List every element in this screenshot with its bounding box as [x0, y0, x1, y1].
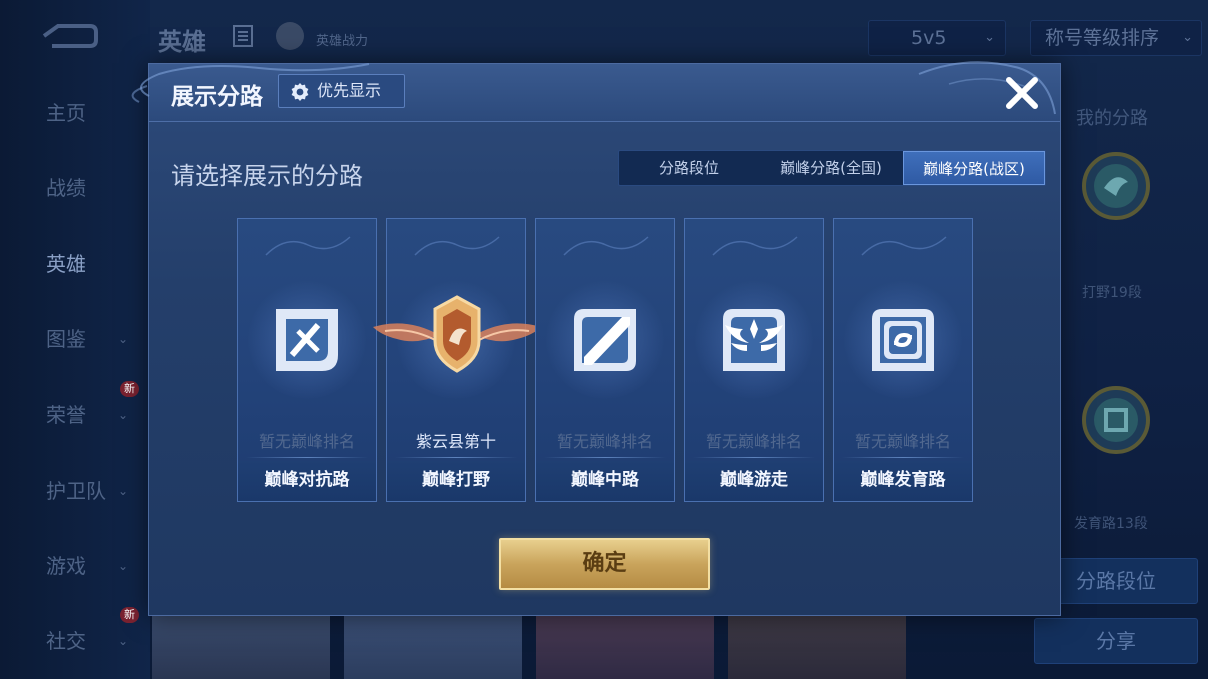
chevron-down-icon: ⌄ [984, 30, 995, 45]
card-lane-name: 巅峰对抗路 [238, 461, 376, 501]
mid-lane-icon [574, 309, 636, 371]
hero-card[interactable] [152, 612, 330, 679]
nav-item-label: 护卫队 [46, 479, 106, 503]
dialog-subtitle: 请选择展示的分路 [171, 162, 363, 190]
hero-power-label: 英雄战力 [316, 34, 369, 49]
dialog-title: 展示分路 [171, 84, 263, 110]
sort-select[interactable]: 称号等级排序 ⌄ [1030, 20, 1202, 56]
hero-card[interactable] [344, 612, 522, 679]
lane-display-dialog: 展示分路 优先显示 请选择展示的分路 分路段位 巅峰分路(全国) 巅峰分路(战区… [131, 61, 1061, 616]
card-swirl-decoration [265, 236, 351, 256]
sort-select-value: 称号等级排序 [1045, 27, 1160, 49]
mode-select[interactable]: 5v5 ⌄ [868, 20, 1006, 56]
card-swirl-decoration [414, 236, 500, 256]
back-arrow-icon[interactable] [38, 22, 98, 50]
nav-item-record[interactable]: 战绩 [0, 168, 150, 208]
priority-display-button[interactable]: 优先显示 [278, 74, 405, 108]
hero-card-strip [150, 612, 910, 679]
priority-display-label: 优先显示 [317, 81, 382, 100]
card-rank: 暂无巅峰排名 [705, 432, 802, 451]
tab-lane-rank[interactable]: 分路段位 [619, 151, 759, 185]
nav-item-label: 主页 [46, 101, 86, 125]
card-divider [395, 457, 517, 458]
card-rank: 暂无巅峰排名 [854, 432, 951, 451]
hero-card[interactable] [536, 612, 714, 679]
lane-card-farm[interactable]: 暂无巅峰排名 巅峰发育路 [833, 218, 973, 502]
page-title: 英雄 [158, 28, 206, 56]
jungle-lane-label: 打野19段 [1082, 285, 1142, 301]
lane-card-list: 暂无巅峰排名 巅峰对抗路 紫云县第十 巅峰打野 暂无巅峰排名 巅峰中路 暂无巅峰… [237, 218, 973, 502]
nav-item-hero[interactable]: 英雄 [0, 244, 150, 284]
clash-lane-icon [276, 309, 338, 371]
card-lane-name: 巅峰中路 [536, 461, 674, 501]
card-rank: 紫云县第十 [415, 432, 496, 451]
nav-item-collection[interactable]: 图鉴 ⌄ [0, 319, 150, 359]
jungle-gold-badge-icon [373, 295, 541, 373]
lane-card-mid[interactable]: 暂无巅峰排名 巅峰中路 [535, 218, 675, 502]
mode-select-value: 5v5 [911, 27, 947, 49]
farm-lane-label: 发育路13段 [1074, 516, 1148, 532]
tab-peak-region[interactable]: 巅峰分路(战区) [903, 151, 1045, 185]
nav-item-label: 英雄 [46, 252, 86, 276]
close-icon[interactable] [1003, 74, 1041, 112]
roam-wings-icon [723, 309, 785, 371]
nav-item-label: 游戏 [46, 554, 86, 578]
card-lane-name: 巅峰打野 [387, 461, 525, 501]
lane-card-roam[interactable]: 暂无巅峰排名 巅峰游走 [684, 218, 824, 502]
nav-item-social[interactable]: 社交 新 ⌄ [0, 607, 150, 661]
lane-card-clash[interactable]: 暂无巅峰排名 巅峰对抗路 [237, 218, 377, 502]
hero-power-avatar-icon [276, 22, 304, 50]
farm-lane-emblem-icon [1082, 386, 1150, 454]
card-divider [842, 457, 964, 458]
card-swirl-decoration [861, 236, 947, 256]
my-lanes-title: 我的分路 [1076, 108, 1148, 129]
card-lane-name: 巅峰游走 [685, 461, 823, 501]
nav-item-honor[interactable]: 荣誉 新 ⌄ [0, 381, 150, 435]
chevron-down-icon: ⌄ [118, 634, 129, 648]
gear-icon [291, 83, 309, 101]
tab-peak-national[interactable]: 巅峰分路(全国) [759, 151, 903, 185]
nav-item-guard[interactable]: 护卫队 ⌄ [0, 471, 150, 511]
jungle-lane-emblem-icon [1082, 152, 1150, 220]
farm-lane-icon [872, 309, 934, 371]
nav-item-label: 战绩 [46, 176, 86, 200]
card-divider [544, 457, 666, 458]
card-divider [246, 457, 368, 458]
card-divider [693, 457, 815, 458]
nav-item-label: 荣誉 [46, 403, 86, 427]
card-swirl-decoration [712, 236, 798, 256]
chevron-down-icon: ⌄ [1182, 30, 1193, 45]
lane-card-jungle[interactable]: 紫云县第十 巅峰打野 [373, 218, 541, 502]
card-rank: 暂无巅峰排名 [258, 432, 355, 451]
confirm-button[interactable]: 确定 [499, 538, 710, 590]
lane-tabs: 分路段位 巅峰分路(全国) 巅峰分路(战区) [618, 150, 1046, 186]
book-icon[interactable] [232, 24, 254, 48]
dialog-header: 展示分路 优先显示 [131, 61, 1060, 122]
share-button[interactable]: 分享 [1034, 618, 1198, 664]
card-swirl-decoration [563, 236, 649, 256]
chevron-down-icon: ⌄ [118, 332, 129, 346]
nav-item-label: 图鉴 [46, 327, 86, 351]
chevron-down-icon: ⌄ [118, 484, 129, 498]
card-rank: 暂无巅峰排名 [556, 432, 653, 451]
nav-item-game[interactable]: 游戏 ⌄ [0, 546, 150, 586]
chevron-down-icon: ⌄ [118, 408, 129, 422]
card-lane-name: 巅峰发育路 [834, 461, 972, 501]
nav-item-label: 社交 [46, 629, 86, 653]
chevron-down-icon: ⌄ [118, 559, 129, 573]
hero-card[interactable] [728, 612, 906, 679]
